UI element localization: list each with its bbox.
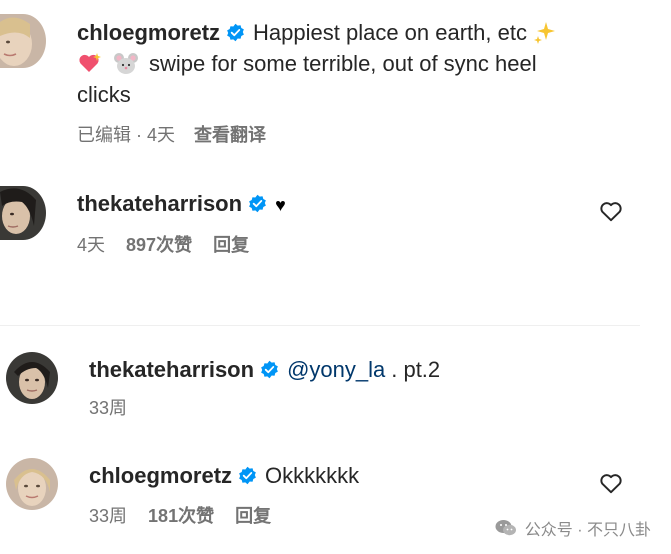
comment-meta: 4天 897次赞 回复 bbox=[77, 233, 249, 257]
comment-text: ♥ bbox=[275, 195, 286, 215]
username[interactable]: chloegmoretz bbox=[77, 20, 220, 45]
avatar-thekateharrison[interactable] bbox=[6, 352, 58, 404]
wechat-icon bbox=[495, 519, 517, 537]
caption-meta: 已编辑 · 4天 查看翻译 bbox=[77, 123, 266, 147]
comment-timestamp: 33周 bbox=[89, 398, 128, 418]
comment-line: thekateharrison @yony_la. pt.2 bbox=[89, 354, 440, 385]
username[interactable]: thekateharrison bbox=[89, 357, 254, 382]
avatar-chloegmoretz[interactable] bbox=[6, 458, 58, 510]
likes-count[interactable]: 181次赞 bbox=[148, 506, 214, 526]
edited-timestamp: 已编辑 · 4天 bbox=[77, 125, 176, 145]
comment-timestamp: 33周 bbox=[89, 506, 128, 526]
thread-divider bbox=[0, 325, 640, 326]
see-translation-link[interactable]: 查看翻译 bbox=[194, 125, 266, 145]
comment-text: clicks bbox=[77, 82, 131, 107]
comment-text: Happiest place on earth, etc bbox=[253, 20, 527, 45]
comment-text: Okkkkkkk bbox=[265, 463, 360, 488]
avatar-chloegmoretz[interactable] bbox=[0, 14, 46, 68]
comment-meta: 33周 bbox=[89, 396, 127, 420]
sparkles-icon bbox=[533, 20, 557, 52]
comment-text: swipe for some terrible, out of sync hee… bbox=[149, 51, 537, 76]
username[interactable]: chloegmoretz bbox=[89, 463, 232, 488]
avatar-thekateharrison[interactable] bbox=[0, 186, 46, 240]
comment-timestamp: 4天 bbox=[77, 235, 106, 255]
watermark-text: 公众号 · 不只八卦 bbox=[524, 522, 651, 539]
reply-button[interactable]: 回复 bbox=[235, 506, 271, 526]
verified-badge-icon bbox=[248, 194, 267, 213]
mention-link[interactable]: @yony_la bbox=[287, 357, 385, 382]
caption-line-1: chloegmoretz Happiest place on earth, etc bbox=[77, 17, 557, 52]
like-heart-icon[interactable] bbox=[598, 198, 624, 224]
reply-button[interactable]: 回复 bbox=[213, 235, 249, 255]
comment-line: thekateharrison ♥ bbox=[77, 188, 286, 221]
comment-line: chloegmoretz Okkkkkkk bbox=[89, 460, 359, 491]
caption-line-3: clicks bbox=[77, 79, 131, 110]
like-heart-icon[interactable] bbox=[598, 470, 624, 496]
comment-text: . pt.2 bbox=[391, 357, 441, 382]
verified-badge-icon bbox=[260, 360, 279, 379]
watermark: 公众号 · 不只八卦 bbox=[495, 516, 651, 540]
verified-badge-icon bbox=[238, 466, 257, 485]
caption-line-2: swipe for some terrible, out of sync hee… bbox=[77, 48, 537, 83]
comment-meta: 33周 181次赞 回复 bbox=[89, 504, 271, 528]
verified-badge-icon bbox=[226, 23, 245, 42]
likes-count[interactable]: 897次赞 bbox=[126, 235, 192, 255]
username[interactable]: thekateharrison bbox=[77, 191, 242, 216]
